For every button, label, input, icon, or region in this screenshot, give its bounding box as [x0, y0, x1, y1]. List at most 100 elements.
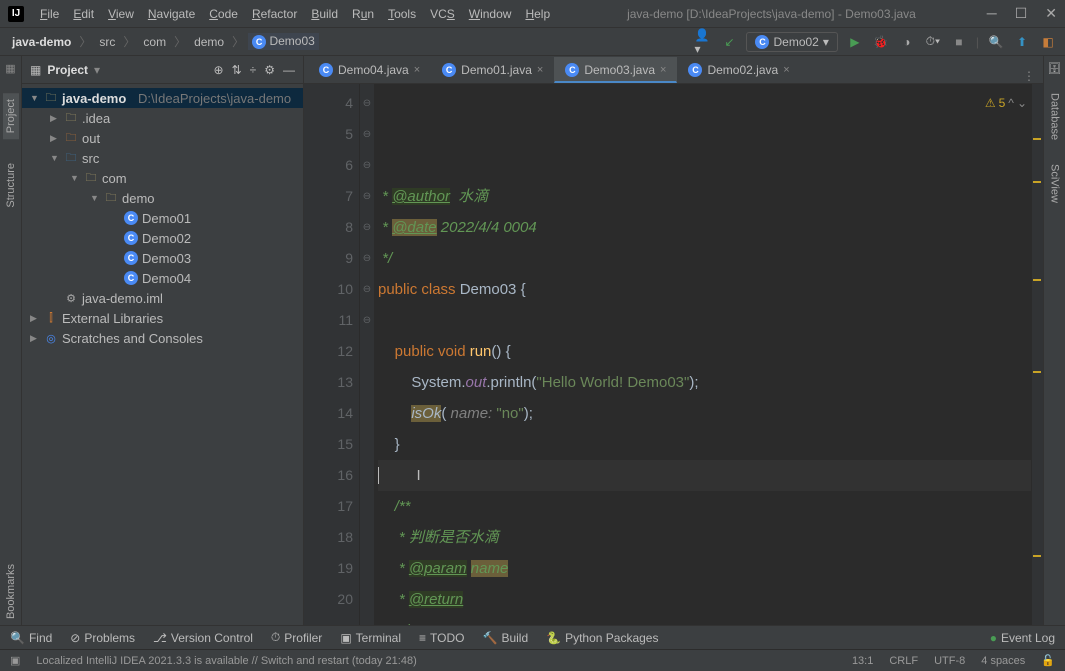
warning-summary[interactable]: ⚠5 ^ ⌄: [985, 88, 1027, 119]
find-tool[interactable]: 🔍 Find: [10, 631, 52, 645]
tab-demo01[interactable]: CDemo01.java×: [431, 57, 554, 83]
close-tab-icon[interactable]: ×: [660, 64, 666, 76]
profiler-icon[interactable]: ⏱▾: [924, 33, 942, 51]
crumb-demo[interactable]: demo: [190, 34, 228, 50]
update-icon[interactable]: ⬆: [1013, 33, 1031, 51]
crumb-project[interactable]: java-demo: [8, 34, 75, 50]
database-tool-icon[interactable]: 🗄: [1048, 62, 1062, 75]
code-area[interactable]: ⚠5 ^ ⌄ * @author 水滴 * @date 2022/4/4 000…: [374, 84, 1031, 625]
maximize-icon[interactable]: ☐: [1015, 5, 1028, 22]
crumb-src[interactable]: src: [95, 34, 119, 50]
close-tab-icon[interactable]: ×: [414, 64, 420, 76]
debug-icon[interactable]: 🐞: [872, 33, 890, 51]
status-message[interactable]: Localized IntelliJ IDEA 2021.3.3 is avai…: [36, 655, 416, 667]
user-icon[interactable]: 👤▾: [694, 33, 712, 51]
tab-demo03[interactable]: CDemo03.java×: [554, 57, 677, 83]
tree-external-libs[interactable]: ▶⫿External Libraries: [22, 308, 303, 328]
status-tip-icon[interactable]: ▣: [10, 654, 20, 667]
breadcrumb: java-demo〉 src〉 com〉 demo〉 C Demo03: [8, 33, 319, 50]
close-tab-icon[interactable]: ×: [783, 64, 789, 76]
profiler-tool[interactable]: ⏱ Profiler: [271, 630, 322, 645]
hide-panel-icon[interactable]: —: [283, 63, 295, 77]
menu-edit[interactable]: Edit: [67, 5, 100, 23]
menu-tools[interactable]: Tools: [382, 5, 422, 23]
project-view-icon[interactable]: ▦: [30, 63, 41, 77]
sciview-tool-tab[interactable]: SciView: [1047, 158, 1063, 209]
tab-demo02[interactable]: CDemo02.java×: [677, 57, 800, 83]
build-tool[interactable]: 🔨 Build: [482, 631, 528, 645]
menu-vcs[interactable]: VCS: [424, 5, 461, 23]
caret-position[interactable]: 13:1: [852, 655, 873, 667]
menu-build[interactable]: Build: [305, 5, 344, 23]
settings-gear-icon[interactable]: ⚙: [264, 63, 275, 77]
problems-tool[interactable]: ⊘ Problems: [70, 631, 135, 645]
tabs-menu-icon[interactable]: ⋮: [1023, 69, 1043, 83]
vcs-tool[interactable]: ⎇ Version Control: [153, 631, 253, 645]
database-tool-tab[interactable]: Database: [1047, 87, 1063, 146]
menu-file[interactable]: File: [34, 5, 65, 23]
tab-demo04[interactable]: CDemo04.java×: [308, 57, 431, 83]
run-icon[interactable]: ▶: [846, 33, 864, 51]
select-opened-icon[interactable]: ⊕: [214, 63, 224, 77]
ide-settings-icon[interactable]: ◧: [1039, 33, 1057, 51]
bookmarks-tool-tab[interactable]: Bookmarks: [3, 558, 19, 625]
menu-code[interactable]: Code: [203, 5, 244, 23]
menu-help[interactable]: Help: [519, 5, 556, 23]
line-separator[interactable]: CRLF: [889, 655, 918, 667]
editor-body[interactable]: 456789101112131415161718192021 ⊖⊖⊖⊖⊖⊖⊖⊖ …: [304, 84, 1043, 625]
left-tool-strip: ▦ Project Structure Bookmarks: [0, 56, 22, 625]
menu-navigate[interactable]: Navigate: [142, 5, 201, 23]
menu-run[interactable]: Run: [346, 5, 380, 23]
project-tool-tab[interactable]: Project: [3, 93, 19, 139]
project-tree: ▼🗀java-demo D:\IdeaProjects\java-demo ▶🗀…: [22, 84, 303, 352]
tree-root[interactable]: ▼🗀java-demo D:\IdeaProjects\java-demo: [22, 88, 303, 108]
run-config-selector[interactable]: CDemo02 ▾: [746, 32, 837, 52]
crumb-class[interactable]: C Demo03: [248, 33, 319, 50]
python-pkg-tool[interactable]: 🐍 Python Packages: [546, 631, 658, 645]
minimize-icon[interactable]: ─: [987, 5, 997, 22]
tree-class-demo02[interactable]: CDemo02: [22, 228, 303, 248]
tree-scratches[interactable]: ▶◎Scratches and Consoles: [22, 328, 303, 348]
project-view-label[interactable]: Project: [47, 63, 88, 77]
menu-refactor[interactable]: Refactor: [246, 5, 303, 23]
tree-idea[interactable]: ▶🗀.idea: [22, 108, 303, 128]
tree-class-demo04[interactable]: CDemo04: [22, 268, 303, 288]
tree-class-demo03[interactable]: CDemo03: [22, 248, 303, 268]
terminal-tool[interactable]: ▣ Terminal: [340, 631, 401, 645]
menu-window[interactable]: Window: [463, 5, 518, 23]
readonly-lock-icon[interactable]: 🔓: [1041, 654, 1055, 667]
build-icon[interactable]: ↙: [720, 33, 738, 51]
app-logo-icon: IJ: [8, 6, 24, 22]
close-icon[interactable]: ✕: [1045, 5, 1057, 22]
close-tab-icon[interactable]: ×: [537, 64, 543, 76]
search-icon[interactable]: 🔍: [987, 33, 1005, 51]
structure-tool-tab[interactable]: Structure: [3, 157, 19, 214]
project-panel: ▦ Project ▾ ⊕ ⇅ ÷ ⚙ — ▼🗀java-demo D:\Ide…: [22, 56, 304, 625]
project-view-dropdown-icon[interactable]: ▾: [94, 63, 100, 77]
tree-demo[interactable]: ▼🗀demo: [22, 188, 303, 208]
collapse-all-icon[interactable]: ÷: [250, 63, 257, 77]
tree-src[interactable]: ▼🗀src: [22, 148, 303, 168]
workspace: ▦ Project Structure Bookmarks ▦ Project …: [0, 56, 1065, 625]
tree-out[interactable]: ▶🗀out: [22, 128, 303, 148]
indent-config[interactable]: 4 spaces: [981, 655, 1025, 667]
menu-bar: File Edit View Navigate Code Refactor Bu…: [34, 5, 556, 23]
marker-strip[interactable]: [1031, 84, 1043, 625]
bottom-toolbar: 🔍 Find ⊘ Problems ⎇ Version Control ⏱ Pr…: [0, 625, 1065, 649]
fold-gutter[interactable]: ⊖⊖⊖⊖⊖⊖⊖⊖: [360, 84, 374, 625]
line-number-gutter[interactable]: 456789101112131415161718192021: [304, 84, 360, 625]
menu-view[interactable]: View: [102, 5, 140, 23]
project-tool-icon[interactable]: ▦: [5, 62, 15, 75]
nav-bar: java-demo〉 src〉 com〉 demo〉 C Demo03 👤▾ ↙…: [0, 28, 1065, 56]
event-log[interactable]: ● Event Log: [990, 631, 1055, 645]
todo-tool[interactable]: ≡ TODO: [419, 631, 464, 645]
tree-iml[interactable]: ⚙java-demo.iml: [22, 288, 303, 308]
crumb-com[interactable]: com: [139, 34, 170, 50]
file-encoding[interactable]: UTF-8: [934, 655, 965, 667]
coverage-icon[interactable]: ◑: [898, 33, 916, 51]
tree-com[interactable]: ▼🗀com: [22, 168, 303, 188]
expand-all-icon[interactable]: ⇅: [232, 63, 242, 77]
right-tool-strip: 🗄 Database SciView: [1043, 56, 1065, 625]
tree-class-demo01[interactable]: CDemo01: [22, 208, 303, 228]
stop-icon[interactable]: ■: [950, 33, 968, 51]
